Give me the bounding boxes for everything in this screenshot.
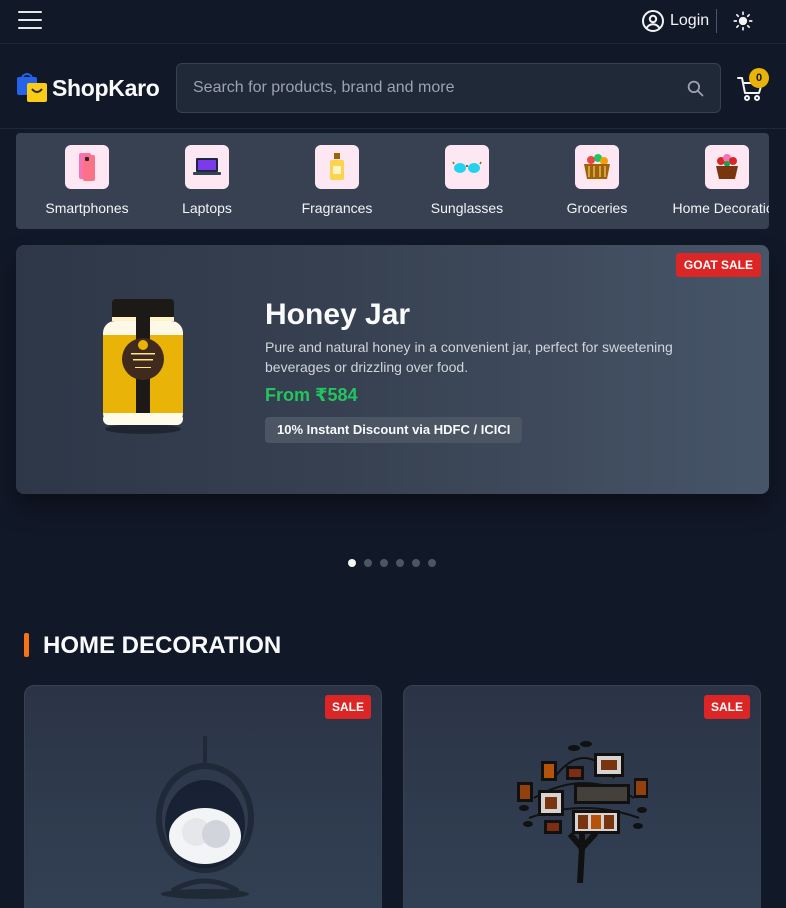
carousel-dot-1[interactable] xyxy=(348,559,356,567)
family-tree-frame-image xyxy=(517,741,648,883)
honey-jar-image xyxy=(103,299,183,434)
search-bar xyxy=(176,63,721,113)
perfume-icon xyxy=(315,145,359,189)
category-label: Smartphones xyxy=(45,200,129,216)
bank-offer-tag: 10% Instant Discount via HDFC / ICICI xyxy=(265,417,523,443)
flower-basket-icon xyxy=(705,145,749,189)
carousel-dot-2[interactable] xyxy=(364,559,372,567)
category-smartphones[interactable]: Smartphones xyxy=(22,133,152,229)
hanging-chair-image xyxy=(156,736,254,899)
cart-count-badge: 0 xyxy=(749,68,769,88)
top-bar: Login xyxy=(0,0,786,44)
hero-description: Pure and natural honey in a convenient j… xyxy=(265,339,673,375)
category-laptops[interactable]: Laptops xyxy=(142,133,272,229)
carousel-dot-3[interactable] xyxy=(380,559,388,567)
hero-banner[interactable]: GOAT SALE Honey Jar Pure and natural hon… xyxy=(16,245,769,494)
category-label: Laptops xyxy=(182,200,232,216)
carousel-dot-6[interactable] xyxy=(428,559,436,567)
sale-badge: SALE xyxy=(703,695,750,719)
product-card[interactable]: SALE xyxy=(403,685,761,908)
section-title: HOME DECORATION xyxy=(43,632,282,659)
logo-text: ShopKaro xyxy=(52,74,160,101)
search-input[interactable] xyxy=(177,64,677,112)
login-label: Login xyxy=(670,12,710,29)
search-icon[interactable] xyxy=(686,79,704,97)
carousel-dot-4[interactable] xyxy=(396,559,404,567)
sun-icon[interactable] xyxy=(733,11,753,31)
logo[interactable]: ShopKaro xyxy=(16,72,160,104)
category-label: Home Decoration xyxy=(672,200,769,216)
category-sunglasses[interactable]: Sunglasses xyxy=(402,133,532,229)
login-button[interactable]: Login xyxy=(641,9,709,33)
carousel-dots xyxy=(348,559,436,567)
category-groceries[interactable]: Groceries xyxy=(532,133,662,229)
category-label: Fragrances xyxy=(301,200,373,216)
category-label: Groceries xyxy=(566,200,628,216)
hero-title: Honey Jar xyxy=(265,298,411,331)
grocery-basket-icon xyxy=(575,145,619,189)
category-home-decoration[interactable]: Home Decoration xyxy=(662,133,769,229)
laptop-icon xyxy=(185,145,229,189)
carousel-dot-5[interactable] xyxy=(412,559,420,567)
divider xyxy=(716,9,717,33)
shopping-bag-logo-icon xyxy=(17,73,47,102)
hero-price: From ₹584 xyxy=(265,385,358,405)
category-strip: Smartphones Laptops Fragrances Sunglasse… xyxy=(16,133,769,229)
header: ShopKaro 0 xyxy=(0,45,786,129)
smartphone-icon xyxy=(65,145,109,189)
user-circle-icon xyxy=(642,10,664,32)
sale-badge: GOAT SALE xyxy=(675,253,761,277)
sale-badge: SALE xyxy=(324,695,371,719)
section-accent-bar xyxy=(24,633,29,657)
product-card[interactable]: SALE xyxy=(24,685,382,908)
menu-icon[interactable] xyxy=(18,11,42,31)
category-fragrances[interactable]: Fragrances xyxy=(272,133,402,229)
sunglasses-icon xyxy=(445,145,489,189)
category-label: Sunglasses xyxy=(430,200,504,216)
